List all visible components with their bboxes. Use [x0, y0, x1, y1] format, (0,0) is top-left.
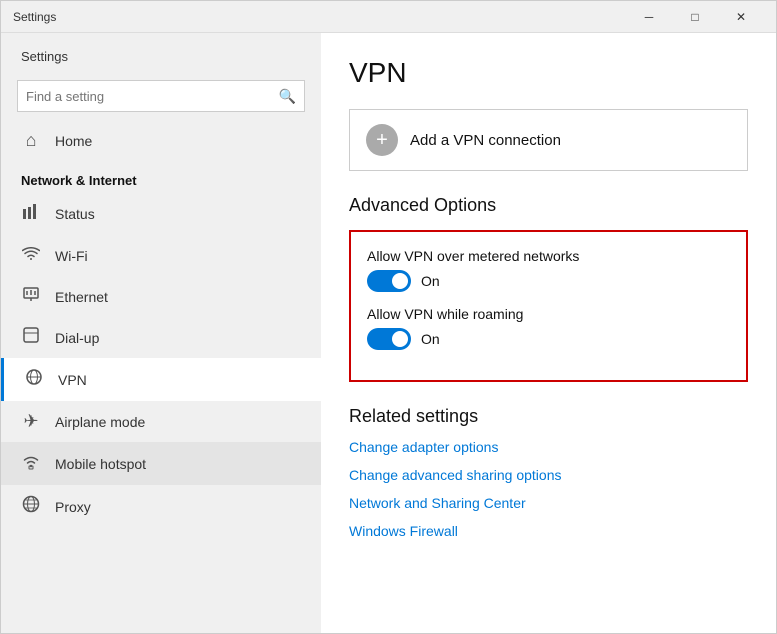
dialup-icon: [21, 327, 41, 348]
ethernet-icon: [21, 286, 41, 307]
window-title: Settings: [13, 10, 626, 24]
sidebar-item-home[interactable]: ⌂ Home: [1, 120, 321, 161]
sidebar-item-ethernet-label: Ethernet: [55, 289, 108, 305]
sidebar-item-vpn-label: VPN: [58, 372, 87, 388]
sidebar-item-proxy[interactable]: Proxy: [1, 485, 321, 528]
window-controls: ─ □ ✕: [626, 1, 764, 33]
vpn-roaming-toggle-container: On: [367, 328, 730, 350]
search-icon[interactable]: 🔍: [279, 88, 296, 105]
vpn-metered-state: On: [421, 273, 440, 289]
vpn-metered-toggle-container: On: [367, 270, 730, 292]
close-button[interactable]: ✕: [718, 1, 764, 33]
sidebar-item-status-label: Status: [55, 206, 95, 222]
search-box[interactable]: 🔍: [17, 80, 305, 112]
sidebar-item-hotspot-label: Mobile hotspot: [55, 456, 146, 472]
sidebar-section-network: Network & Internet: [1, 161, 321, 192]
sidebar-item-wifi-label: Wi-Fi: [55, 248, 88, 264]
sidebar-app-title: Settings: [1, 33, 321, 72]
page-title: VPN: [349, 57, 748, 89]
vpn-metered-toggle[interactable]: [367, 270, 411, 292]
proxy-icon: [21, 495, 41, 518]
advanced-options-title: Advanced Options: [349, 195, 748, 216]
vpn-roaming-label: Allow VPN while roaming: [367, 306, 730, 322]
vpn-icon: [24, 368, 44, 391]
add-vpn-button[interactable]: + Add a VPN connection: [349, 109, 748, 171]
advanced-options-box: Allow VPN over metered networks On Allow…: [349, 230, 748, 382]
sidebar-item-dialup-label: Dial-up: [55, 330, 99, 346]
related-settings-title: Related settings: [349, 406, 748, 427]
sidebar-item-ethernet[interactable]: Ethernet: [1, 276, 321, 317]
home-icon: ⌂: [21, 130, 41, 151]
airplane-icon: ✈: [21, 411, 41, 432]
content-area: Settings 🔍 ⌂ Home Network & Internet: [1, 33, 776, 633]
main-content: VPN + Add a VPN connection Advanced Opti…: [321, 33, 776, 633]
sidebar-item-vpn[interactable]: VPN: [1, 358, 321, 401]
sidebar-item-hotspot[interactable]: Mobile hotspot: [1, 442, 321, 485]
change-advanced-sharing-link[interactable]: Change advanced sharing options: [349, 467, 748, 483]
sidebar-item-dialup[interactable]: Dial-up: [1, 317, 321, 358]
vpn-roaming-row: Allow VPN while roaming On: [367, 306, 730, 350]
sidebar-item-airplane[interactable]: ✈ Airplane mode: [1, 401, 321, 442]
status-icon: [21, 202, 41, 225]
vpn-roaming-state: On: [421, 331, 440, 347]
windows-firewall-link[interactable]: Windows Firewall: [349, 523, 748, 539]
wifi-icon: [21, 245, 41, 266]
search-input[interactable]: [26, 89, 279, 104]
change-adapter-options-link[interactable]: Change adapter options: [349, 439, 748, 455]
sidebar-item-home-label: Home: [55, 133, 92, 149]
vpn-roaming-toggle[interactable]: [367, 328, 411, 350]
sidebar-item-wifi[interactable]: Wi-Fi: [1, 235, 321, 276]
vpn-metered-row: Allow VPN over metered networks On: [367, 248, 730, 292]
settings-window: Settings ─ □ ✕ Settings 🔍 ⌂ Home Network…: [0, 0, 777, 634]
minimize-button[interactable]: ─: [626, 1, 672, 33]
add-vpn-label: Add a VPN connection: [410, 132, 561, 149]
vpn-metered-label: Allow VPN over metered networks: [367, 248, 730, 264]
network-sharing-center-link[interactable]: Network and Sharing Center: [349, 495, 748, 511]
sidebar: Settings 🔍 ⌂ Home Network & Internet: [1, 33, 321, 633]
hotspot-icon: [21, 452, 41, 475]
maximize-button[interactable]: □: [672, 1, 718, 33]
title-bar: Settings ─ □ ✕: [1, 1, 776, 33]
sidebar-item-airplane-label: Airplane mode: [55, 414, 145, 430]
sidebar-item-proxy-label: Proxy: [55, 499, 91, 515]
plus-icon: +: [366, 124, 398, 156]
sidebar-item-status[interactable]: Status: [1, 192, 321, 235]
